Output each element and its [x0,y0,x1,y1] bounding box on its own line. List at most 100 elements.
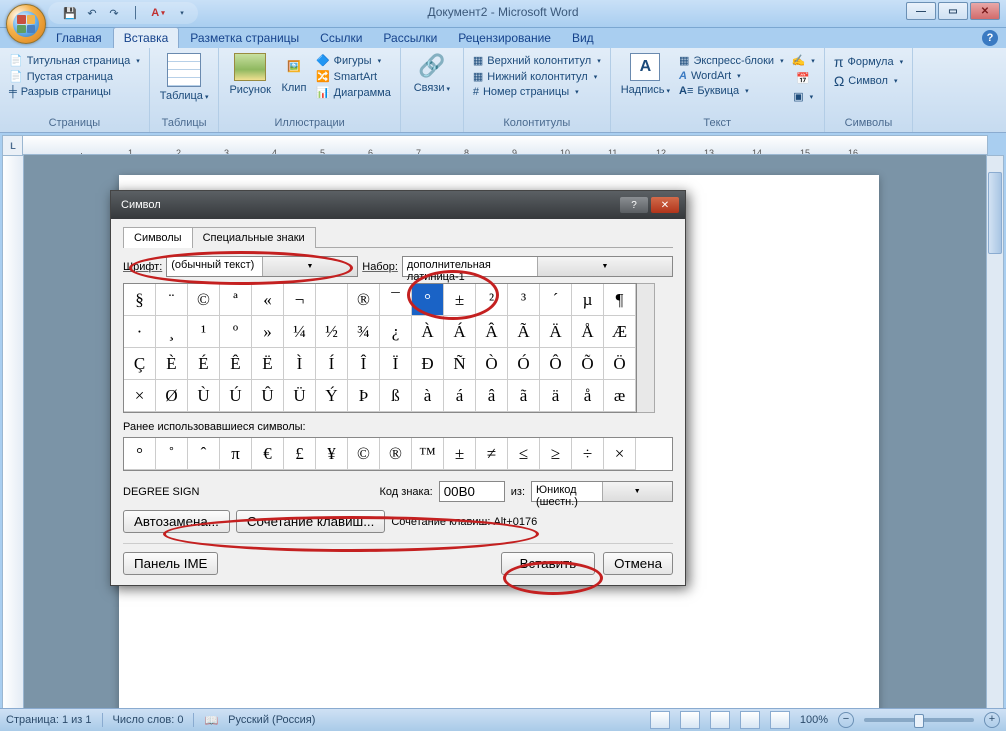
code-input[interactable] [439,481,505,502]
textbox-button[interactable]: AНадпись▾ [617,51,674,104]
chevron-down-icon[interactable]: ▼ [262,257,358,276]
status-page[interactable]: Страница: 1 из 1 [6,714,92,726]
character-cell[interactable]: ¿ [380,316,412,348]
character-cell[interactable]: Ë [252,348,284,380]
ruler-corner[interactable]: L [2,135,24,157]
character-cell[interactable]: ± [444,284,476,316]
character-cell[interactable]: ¯ [380,284,412,316]
links-button[interactable]: 🔗Связи▾ [407,51,457,96]
formula-button[interactable]: πФормула▾ [831,53,906,71]
recent-character-cell[interactable]: ¥ [316,438,348,470]
character-cell[interactable]: Ý [316,380,348,412]
cancel-button[interactable]: Отмена [603,552,673,575]
character-cell[interactable]: Ô [540,348,572,380]
recent-character-cell[interactable]: ≠ [476,438,508,470]
character-cell[interactable]: È [156,348,188,380]
character-cell[interactable]: Ù [188,380,220,412]
tab-home[interactable]: Главная [46,28,112,48]
character-cell[interactable]: ³ [508,284,540,316]
dialog-tab-special[interactable]: Специальные знаки [192,227,316,248]
recent-character-cell[interactable]: × [604,438,636,470]
express-blocks-button[interactable]: ▦Экспресс-блоки▾ [676,53,787,68]
footer-button[interactable]: ▦Нижний колонтитул▾ [470,69,604,84]
view-full-screen[interactable] [680,711,700,729]
character-cell[interactable]: Õ [572,348,604,380]
shapes-button[interactable]: 🔷Фигуры▾ [313,53,394,68]
character-cell[interactable]: Ö [604,348,636,380]
character-cell[interactable]: Ú [220,380,252,412]
dialog-tab-symbols[interactable]: Символы [123,227,193,248]
scroll-thumb[interactable] [988,172,1002,254]
character-cell[interactable]: Ã [508,316,540,348]
character-cell[interactable]: µ [572,284,604,316]
status-words[interactable]: Число слов: 0 [113,714,184,726]
character-cell[interactable]: ¨ [156,284,188,316]
undo-icon[interactable]: ↶ [84,5,100,21]
set-combo[interactable]: дополнительная латиница-1▼ [402,256,673,277]
character-cell[interactable]: ¸ [156,316,188,348]
zoom-value[interactable]: 100% [800,714,828,726]
character-cell[interactable]: Ä [540,316,572,348]
recent-character-cell[interactable]: ® [380,438,412,470]
proofing-icon[interactable]: 📖 [204,714,218,727]
character-cell[interactable]: Ü [284,380,316,412]
character-cell[interactable]: å [572,380,604,412]
character-cell[interactable]: Á [444,316,476,348]
tab-references[interactable]: Ссылки [310,28,372,48]
status-language[interactable]: Русский (Россия) [228,714,315,726]
character-cell[interactable]: Û [252,380,284,412]
character-cell[interactable]: Ê [220,348,252,380]
character-cell[interactable]: Ñ [444,348,476,380]
character-cell[interactable]: Â [476,316,508,348]
character-cell[interactable]: » [252,316,284,348]
horizontal-ruler[interactable] [22,135,988,155]
character-cell[interactable]: Ó [508,348,540,380]
vertical-scrollbar[interactable] [986,155,1004,709]
minimize-button[interactable]: — [906,2,936,20]
character-cell[interactable]: ´ [540,284,572,316]
character-cell[interactable]: À [412,316,444,348]
tab-insert[interactable]: Вставка [113,27,180,48]
signature-icon[interactable]: ✍▾ [789,53,818,68]
view-outline[interactable] [740,711,760,729]
header-button[interactable]: ▦Верхний колонтитул▾ [470,53,604,68]
character-cell[interactable]: Ï [380,348,412,380]
character-cell[interactable]: ¹ [188,316,220,348]
tab-mailings[interactable]: Рассылки [373,28,447,48]
character-cell[interactable]: Æ [604,316,636,348]
character-cell[interactable]: Å [572,316,604,348]
character-cell[interactable]: Ì [284,348,316,380]
character-cell[interactable]: § [124,284,156,316]
ime-panel-button[interactable]: Панель IME [123,552,218,575]
maximize-button[interactable]: ▭ [938,2,968,20]
recent-character-cell[interactable]: ≥ [540,438,572,470]
character-cell[interactable]: á [444,380,476,412]
symbol-button[interactable]: ΩСимвол▾ [831,72,906,90]
character-cell[interactable]: Í [316,348,348,380]
qat-customize-icon[interactable]: ▾ [174,5,190,21]
character-cell[interactable]: · [124,316,156,348]
character-cell[interactable]: ¼ [284,316,316,348]
font-combo[interactable]: (обычный текст)▼ [166,256,358,277]
tab-layout[interactable]: Разметка страницы [180,28,309,48]
character-cell[interactable]: æ [604,380,636,412]
view-print-layout[interactable] [650,711,670,729]
character-cell[interactable]: ã [508,380,540,412]
character-cell[interactable]: É [188,348,220,380]
character-cell[interactable]: ä [540,380,572,412]
blank-page-button[interactable]: 📄Пустая страница [6,69,143,84]
character-cell[interactable]: ° [412,284,444,316]
from-combo[interactable]: Юникод (шестн.)▼ [531,481,673,502]
character-cell[interactable]: Ø [156,380,188,412]
grid-scrollbar[interactable] [637,283,655,413]
character-cell[interactable]: ¬ [284,284,316,316]
recent-character-cell[interactable]: ° [124,438,156,470]
recent-character-cell[interactable]: © [348,438,380,470]
font-color-icon[interactable]: A▾ [150,5,166,21]
dialog-close-button[interactable]: ✕ [651,197,679,213]
dialog-help-button[interactable]: ? [620,197,648,213]
date-icon[interactable]: 📅 [789,71,818,86]
recent-character-cell[interactable]: ˚ [156,438,188,470]
shortcut-button[interactable]: Сочетание клавиш... [236,510,385,533]
vertical-ruler[interactable] [2,155,24,709]
